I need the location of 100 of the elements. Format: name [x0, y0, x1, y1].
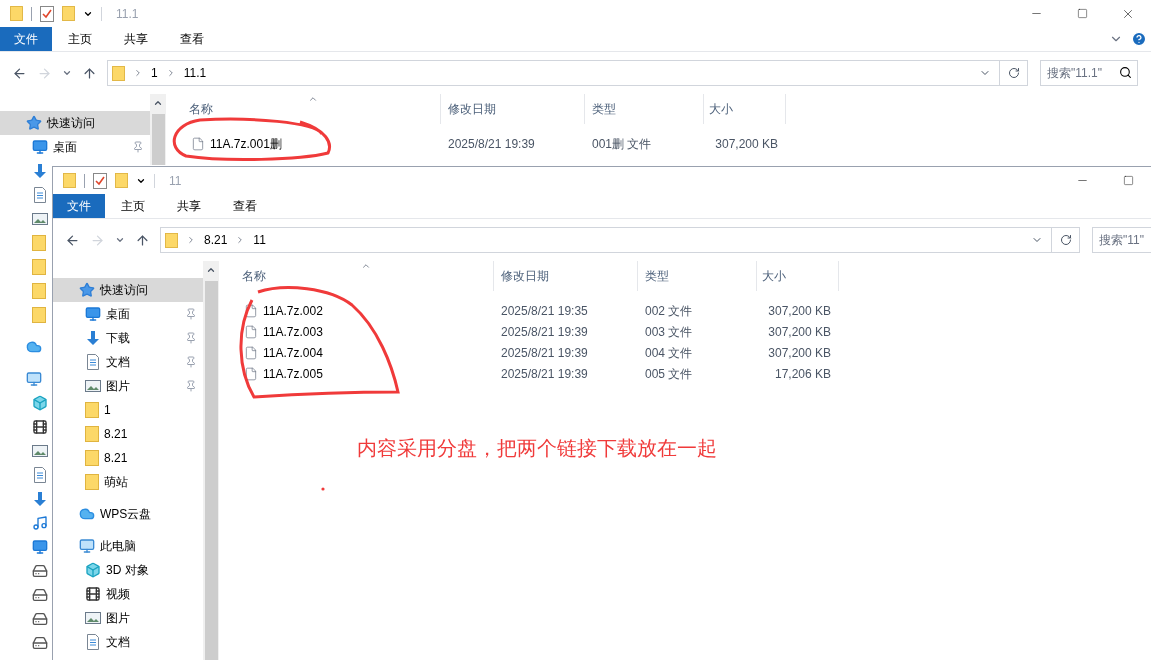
nav-item[interactable]: 1	[53, 398, 203, 422]
scrollbar[interactable]	[150, 94, 166, 165]
file-row[interactable]: 11A.7z.005 2025/8/21 19:39 005 文件 17,206 KB	[219, 363, 1151, 384]
modified-date: 2025/8/21 19:39	[500, 365, 589, 383]
address-bar[interactable]: 8.21 11	[160, 227, 1052, 253]
pin-icon[interactable]	[185, 356, 197, 368]
search-field[interactable]: 搜索"11.1"	[1040, 60, 1138, 86]
nav-item[interactable]: 文档	[53, 630, 203, 654]
modified-date: 2025/8/21 19:39	[500, 323, 589, 341]
path-segment[interactable]: 8.21	[204, 231, 228, 249]
file-name: 11A.7z.003	[263, 323, 323, 341]
path-segment[interactable]: 11.1	[183, 64, 207, 82]
nav-label: 文档	[106, 354, 130, 371]
ribbon-tab[interactable]: 查看	[217, 194, 273, 218]
nav-item[interactable]: 视频	[53, 582, 203, 606]
column-header[interactable]: 修改日期	[494, 261, 638, 291]
checkmark-document-icon	[40, 5, 54, 22]
nav-item[interactable]: 桌面	[0, 135, 150, 159]
cloud-icon	[79, 506, 95, 522]
nav-item[interactable]: 桌面	[53, 302, 203, 326]
modified-date: 2025/8/21 19:39	[500, 344, 589, 362]
file-type: 001删 文件	[591, 135, 653, 153]
column-header[interactable]: 名称	[166, 94, 441, 124]
nav-item[interactable]: 8.21	[53, 422, 203, 446]
file-icon	[244, 365, 258, 382]
scrollbar[interactable]	[203, 261, 219, 660]
download-arrow-icon	[32, 163, 48, 179]
nav-item[interactable]: 下载	[53, 326, 203, 350]
nav-label: 图片	[106, 610, 130, 627]
nav-label: 1	[104, 402, 111, 419]
nav-item[interactable]: 文档	[53, 350, 203, 374]
nav-label: 图片	[106, 378, 130, 395]
maximize-icon[interactable]	[1122, 175, 1134, 186]
computer-icon	[26, 371, 42, 387]
star-icon	[26, 115, 42, 131]
file-size: 307,200 KB	[767, 344, 832, 362]
column-header[interactable]: 大小	[704, 94, 786, 124]
film-icon	[32, 419, 48, 435]
folder-icon	[32, 283, 46, 299]
nav-item[interactable]: 快速访问	[53, 278, 203, 302]
pin-icon[interactable]	[185, 332, 197, 344]
search-icon[interactable]	[1119, 66, 1132, 79]
pin-icon[interactable]	[185, 380, 197, 392]
chevron-icon	[186, 235, 196, 245]
folder-icon	[32, 259, 46, 275]
maximize-icon[interactable]	[1076, 8, 1088, 19]
ribbon-tab[interactable]: 共享	[108, 27, 164, 51]
folder-icon	[85, 474, 99, 490]
refresh-icon[interactable]	[1059, 234, 1072, 246]
ribbon-tab[interactable]: 查看	[164, 27, 220, 51]
search-field[interactable]: 搜索"11"	[1092, 227, 1151, 253]
path-segment[interactable]: 11	[253, 231, 266, 249]
download-arrow-icon	[85, 330, 101, 346]
address-bar[interactable]: 1 11.1	[107, 60, 1000, 86]
file-icon	[244, 323, 258, 340]
document-icon	[32, 467, 48, 483]
monitor-icon	[32, 139, 48, 155]
recent-locations-icon[interactable]	[62, 68, 72, 78]
column-header[interactable]: 大小	[757, 261, 839, 291]
scrollbar-thumb[interactable]	[204, 281, 218, 660]
refresh-button[interactable]	[1000, 60, 1028, 86]
file-row[interactable]: 11A.7z.001删 2025/8/21 19:39 001删 文件 307,200 KB	[166, 133, 1151, 154]
window-title: 11.1	[116, 5, 139, 23]
folder-icon	[85, 402, 99, 418]
column-header[interactable]: 类型	[585, 94, 704, 124]
ribbon-tab[interactable]: 文件	[53, 194, 105, 218]
nav-item[interactable]: WPS云盘	[53, 502, 203, 526]
column-header[interactable]: 类型	[638, 261, 757, 291]
file-row[interactable]: 11A.7z.002 2025/8/21 19:35 002 文件 307,200 KB	[219, 300, 1151, 321]
refresh-icon[interactable]	[1007, 67, 1020, 79]
folder-icon	[62, 6, 75, 21]
column-header[interactable]: 名称	[219, 261, 494, 291]
file-row[interactable]: 11A.7z.004 2025/8/21 19:39 004 文件 307,200 KB	[219, 342, 1151, 363]
nav-item[interactable]: 图片	[53, 374, 203, 398]
nav-label: 桌面	[53, 139, 77, 156]
path-segment[interactable]: 1	[151, 64, 158, 82]
ribbon-tab[interactable]: 主页	[52, 27, 108, 51]
picture-icon	[32, 211, 48, 227]
document-icon	[85, 634, 101, 650]
folder-icon	[32, 307, 46, 323]
pin-icon[interactable]	[132, 141, 144, 153]
nav-item[interactable]: 3D 对象	[53, 558, 203, 582]
nav-item[interactable]: 图片	[53, 606, 203, 630]
nav-item[interactable]: 萌站	[53, 470, 203, 494]
pin-icon[interactable]	[185, 308, 197, 320]
ribbon-tab[interactable]: 共享	[161, 194, 217, 218]
help-icon[interactable]	[1131, 31, 1147, 47]
column-header[interactable]: 修改日期	[441, 94, 585, 124]
nav-item[interactable]: 此电脑	[53, 534, 203, 558]
ribbon-tab[interactable]: 主页	[105, 194, 161, 218]
nav-item[interactable]: 快速访问	[0, 111, 150, 135]
ribbon-tab[interactable]: 文件	[0, 27, 52, 51]
recent-locations-icon[interactable]	[115, 235, 125, 245]
scrollbar-thumb[interactable]	[151, 114, 165, 165]
drive-icon	[32, 611, 48, 627]
nav-item[interactable]: 8.21	[53, 446, 203, 470]
scroll-up-icon[interactable]	[206, 265, 216, 275]
refresh-button[interactable]	[1052, 227, 1080, 253]
scroll-up-icon[interactable]	[153, 98, 163, 108]
file-row[interactable]: 11A.7z.003 2025/8/21 19:39 003 文件 307,200 KB	[219, 321, 1151, 342]
